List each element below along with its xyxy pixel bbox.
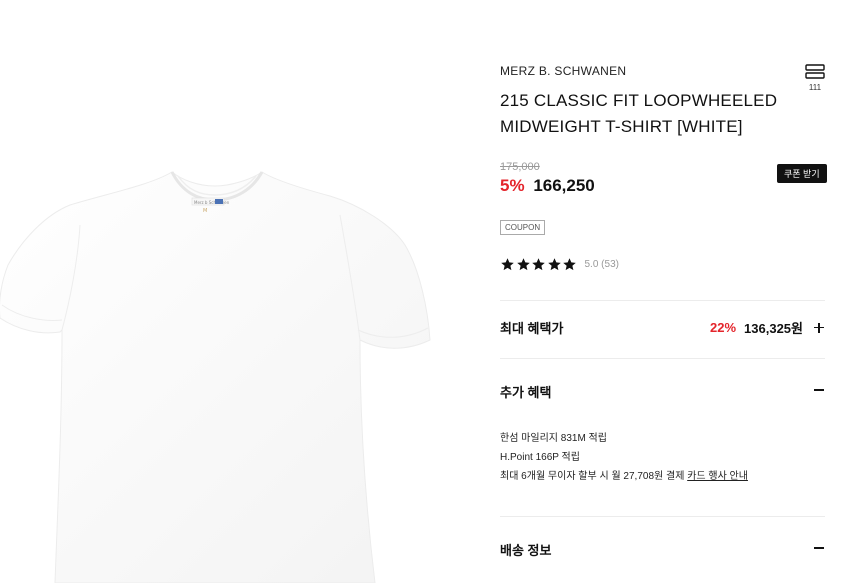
original-price: 175,000 <box>500 161 540 173</box>
like-button[interactable]: 111 <box>802 63 828 92</box>
installment-text: 최대 6개월 무이자 할부 시 월 27,708원 결제 <box>500 471 685 482</box>
svg-text:M: M <box>203 208 207 214</box>
star-icon <box>501 258 514 271</box>
max-benefit-price: 136,325원 <box>744 321 803 336</box>
card-event-link[interactable]: 카드 행사 안내 <box>687 471 748 482</box>
coupon-download-button[interactable]: 쿠폰 받기 <box>777 164 827 183</box>
extra-benefit-details: 한섬 마일리지 831M 적립 H.Point 166P 적립 최대 6개월 무… <box>500 429 748 486</box>
star-icon <box>516 258 530 271</box>
svg-text:Merz b Schwanen: Merz b Schwanen <box>194 200 230 205</box>
price-row: 5% 166,250 <box>500 176 595 196</box>
minus-icon <box>813 542 825 554</box>
plus-icon <box>813 322 825 334</box>
rating-row[interactable]: 5.0 (53) <box>500 257 619 272</box>
sale-price: 166,250 <box>533 176 595 195</box>
divider <box>500 358 825 359</box>
shipping-info-toggle[interactable] <box>803 541 825 559</box>
extra-benefit-label: 추가 혜택 <box>500 385 552 400</box>
max-benefit-discount: 22% <box>710 320 737 335</box>
installment-line: 최대 6개월 무이자 할부 시 월 27,708원 결제 카드 행사 안내 <box>500 467 748 486</box>
mileage-line: 한섬 마일리지 831M 적립 <box>500 433 607 444</box>
hpoint-line: H.Point 166P 적립 <box>500 452 580 463</box>
product-page: Merz b Schwanen M MERZ B. SCHWANEN 215 C… <box>0 0 850 583</box>
rating-stars <box>500 257 578 272</box>
shipping-info-label: 배송 정보 <box>500 543 552 558</box>
stack-icon <box>805 64 825 79</box>
star-icon <box>547 258 561 271</box>
minus-icon <box>813 384 825 396</box>
divider <box>500 300 825 301</box>
brand-name[interactable]: MERZ B. SCHWANEN <box>500 64 626 78</box>
like-count: 111 <box>808 83 822 92</box>
extra-benefit-toggle[interactable] <box>803 383 825 401</box>
star-icon <box>563 258 576 271</box>
product-image[interactable]: Merz b Schwanen M <box>0 0 470 583</box>
rating-text: 5.0 (53) <box>584 259 619 270</box>
coupon-badge: COUPON <box>500 220 546 235</box>
max-benefit-toggle[interactable]: 22% 136,325원 <box>710 318 825 337</box>
star-icon <box>532 258 545 271</box>
divider <box>500 516 825 517</box>
max-benefit-label: 최대 혜택가 <box>500 321 564 336</box>
discount-rate: 5% <box>500 176 525 195</box>
product-title: 215 CLASSIC FIT LOOPWHEELED MIDWEIGHT T-… <box>500 91 778 136</box>
